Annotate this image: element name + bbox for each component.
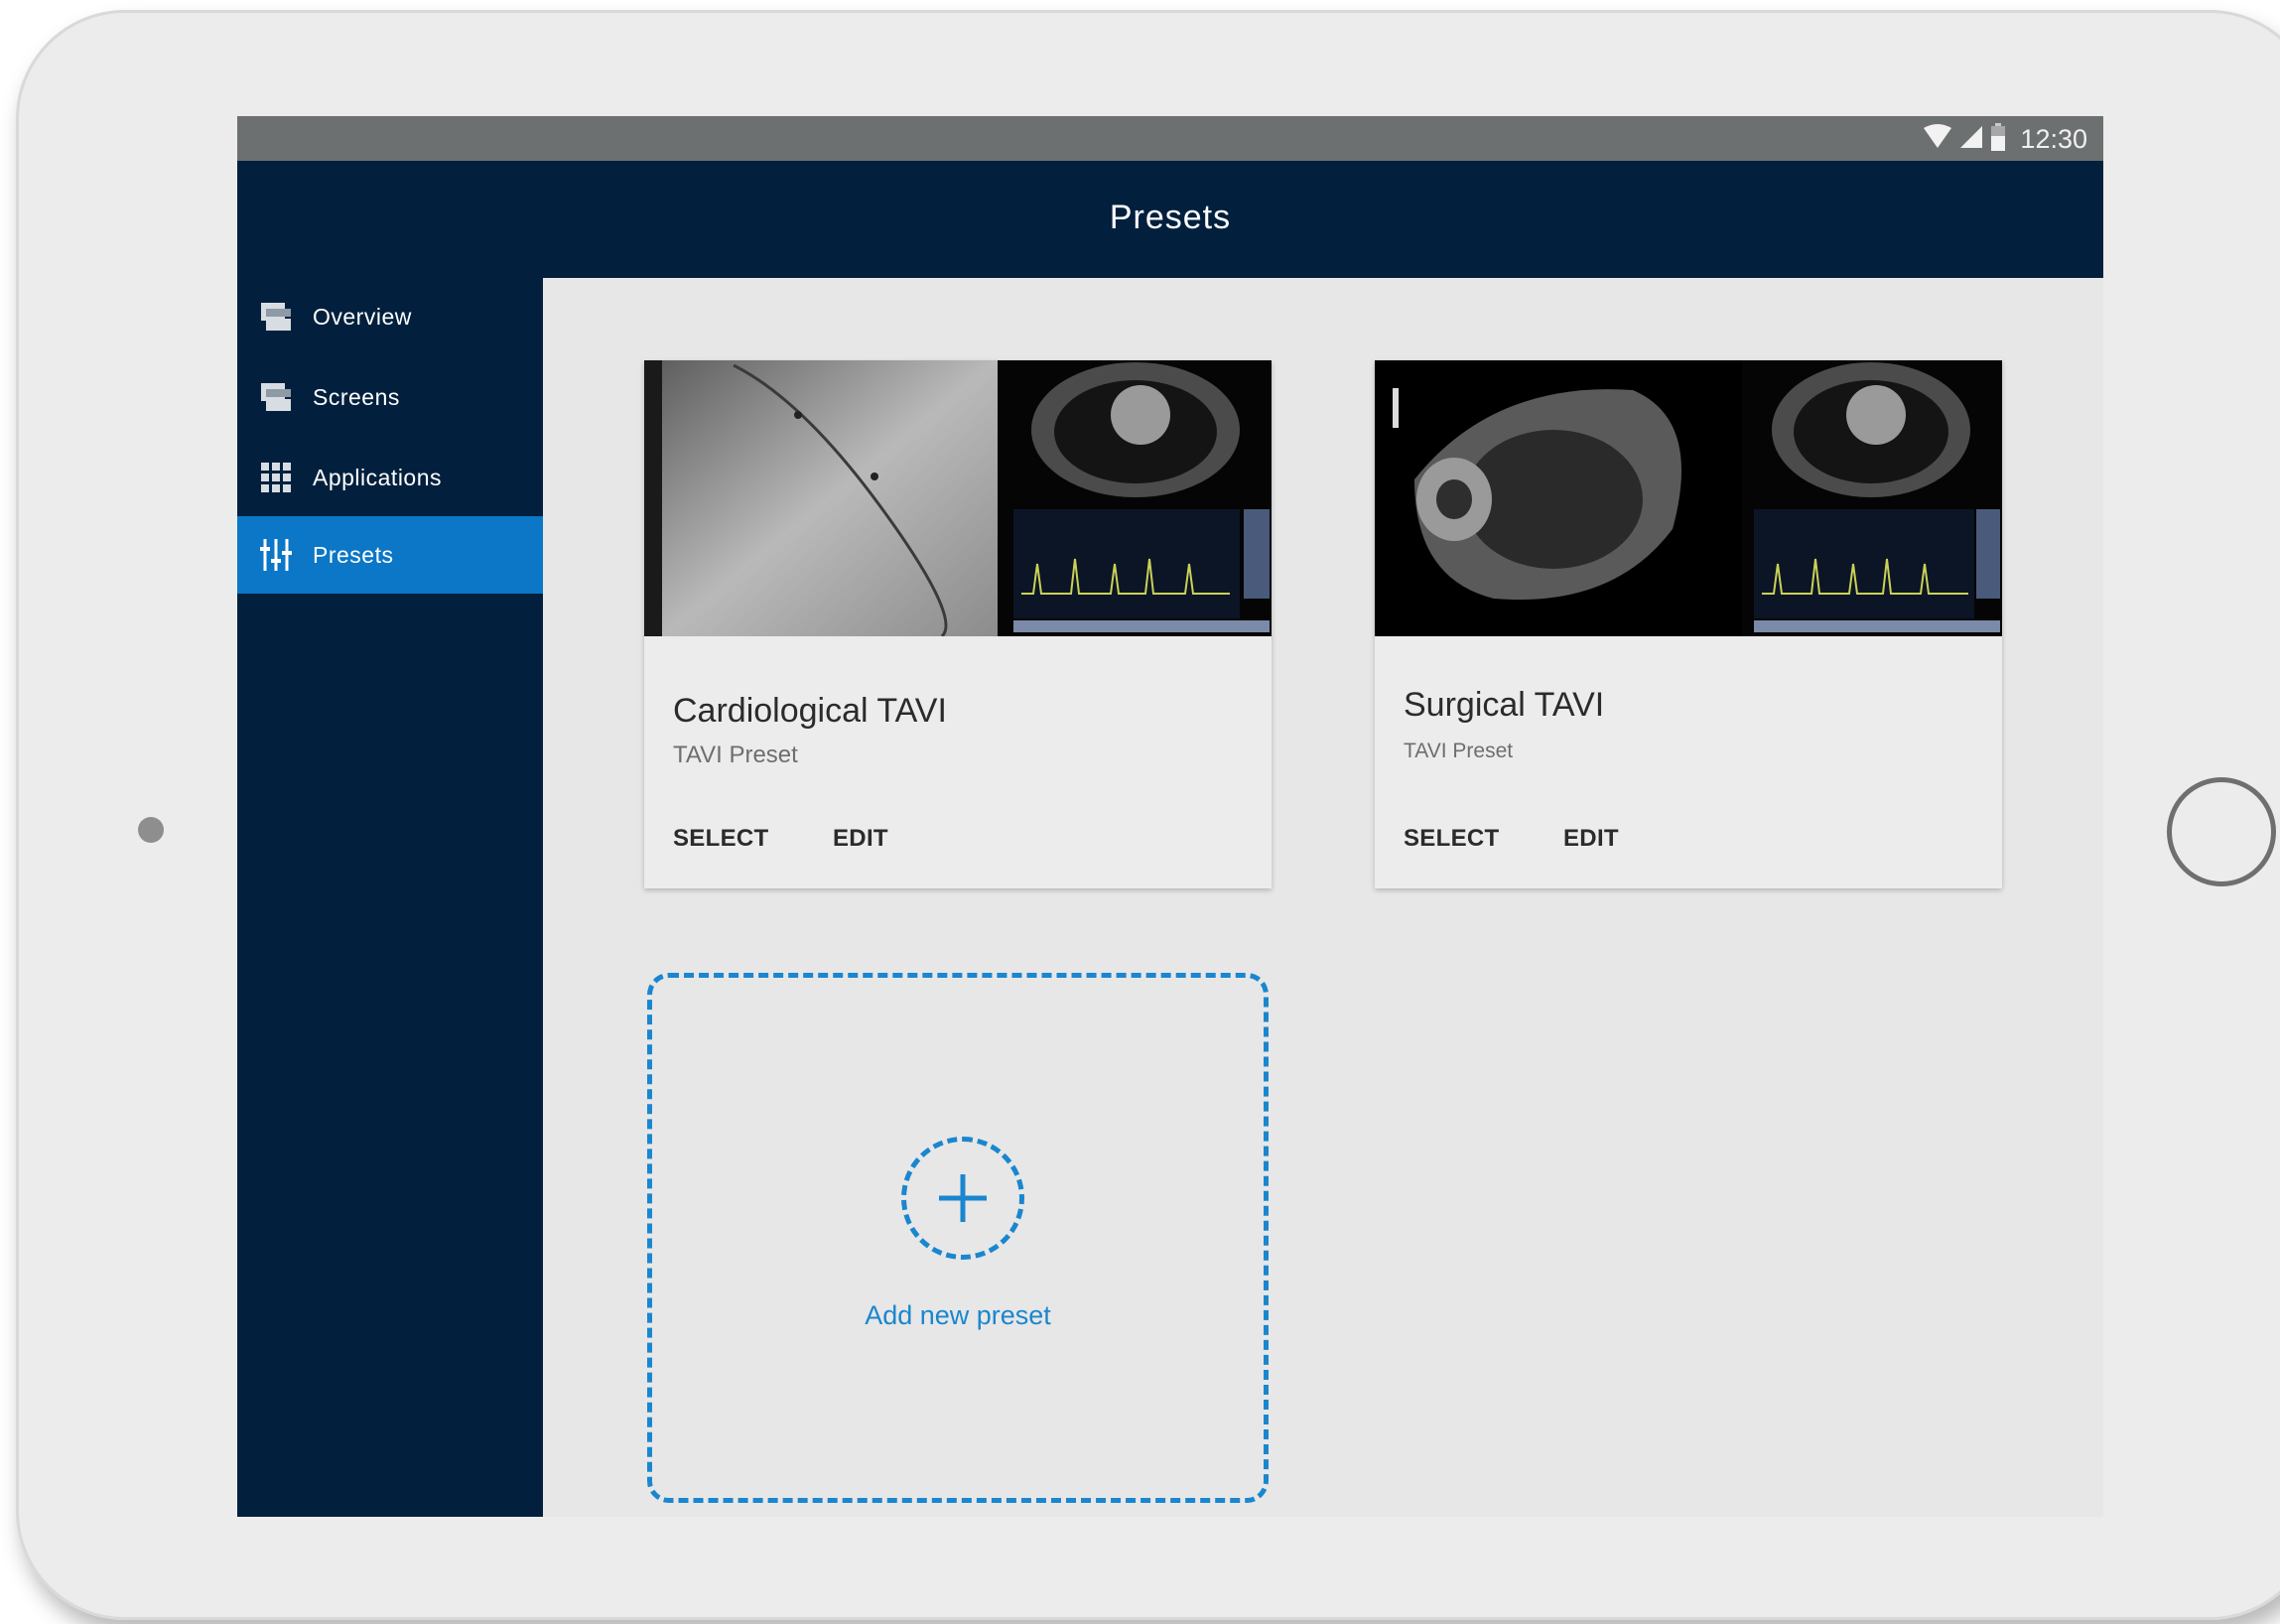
page-title: Presets	[1109, 199, 1232, 236]
sidebar-item-label: Overview	[313, 303, 412, 330]
sidebar: Overview Screens Applications Presets	[237, 278, 543, 1517]
preset-thumbnail	[644, 360, 1272, 636]
camera-dot	[138, 817, 164, 843]
sliders-icon	[259, 538, 293, 572]
status-time: 12:30	[2020, 123, 2087, 154]
select-button[interactable]: SELECT	[1404, 825, 1499, 853]
status-bar: 12:30	[237, 116, 2103, 161]
status-icons: 12:30	[1923, 122, 2087, 156]
presets-content: Cardiological TAVI TAVI Preset SELECT ED…	[543, 278, 2103, 1517]
battery-icon	[1990, 122, 2006, 156]
app-bar: Presets	[237, 161, 2103, 278]
preset-thumbnail	[1375, 360, 2002, 636]
sidebar-item-applications[interactable]: Applications	[237, 439, 543, 516]
screen: 12:30 Presets Overview Screens Applicati…	[237, 116, 2103, 1517]
overview-icon	[259, 300, 293, 334]
sidebar-item-overview[interactable]: Overview	[237, 278, 543, 355]
home-button[interactable]	[2167, 777, 2276, 886]
sidebar-item-screens[interactable]: Screens	[237, 358, 543, 436]
signal-icon	[1958, 124, 1984, 155]
preset-subtitle: TAVI Preset	[1404, 740, 1514, 762]
screens-icon	[259, 380, 293, 414]
add-icon	[901, 1137, 1024, 1260]
preset-title: Surgical TAVI	[1404, 686, 1605, 724]
preset-title: Cardiological TAVI	[673, 692, 947, 730]
sidebar-item-label: Screens	[313, 383, 400, 410]
preset-card: Surgical TAVI TAVI Preset SELECT EDIT	[1375, 360, 2002, 888]
sidebar-item-label: Presets	[313, 541, 394, 568]
add-new-preset-tile[interactable]: Add new preset	[647, 973, 1269, 1503]
edit-button[interactable]: EDIT	[1563, 825, 1619, 853]
edit-button[interactable]: EDIT	[833, 825, 888, 853]
preset-card: Cardiological TAVI TAVI Preset SELECT ED…	[644, 360, 1272, 888]
select-button[interactable]: SELECT	[673, 825, 768, 853]
sidebar-item-presets[interactable]: Presets	[237, 516, 543, 594]
sidebar-item-label: Applications	[313, 464, 443, 490]
preset-subtitle: TAVI Preset	[673, 742, 798, 768]
wifi-icon	[1923, 123, 1952, 155]
applications-grid-icon	[259, 461, 293, 494]
add-new-preset-label: Add new preset	[865, 1300, 1051, 1330]
